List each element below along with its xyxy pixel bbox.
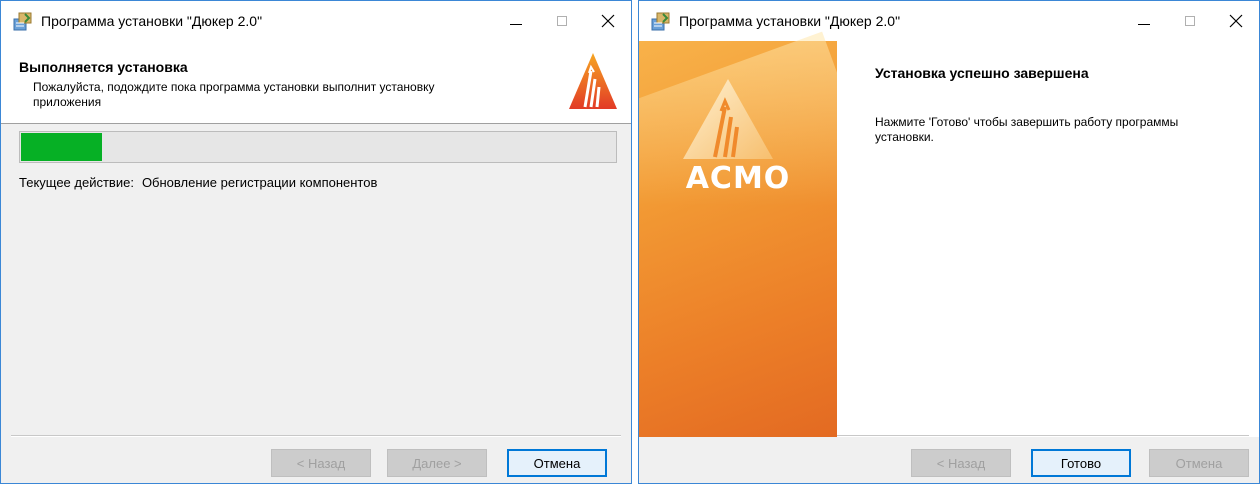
close-icon <box>601 14 615 28</box>
back-button[interactable]: < Назад <box>911 449 1011 477</box>
installer-progress-window: Программа установки "Дюкер 2.0" Выполняе… <box>0 0 632 484</box>
back-button[interactable]: < Назад <box>271 449 371 477</box>
footer-divider-highlight <box>11 436 621 437</box>
page-subtitle: Пожалуйста, подождите пока программа уст… <box>33 80 435 109</box>
maximize-icon <box>1185 16 1195 26</box>
window-title: Программа установки "Дюкер 2.0" <box>679 13 901 29</box>
maximize-button[interactable] <box>1167 1 1213 41</box>
installer-finish-window: Программа установки "Дюкер 2.0" АСМО Уст… <box>638 0 1260 484</box>
close-button[interactable] <box>585 1 631 41</box>
finish-message: Нажмите 'Готово' чтобы завершить работу … <box>875 115 1179 144</box>
close-button[interactable] <box>1213 1 1259 41</box>
current-action: Текущее действие: Обновление регистрации … <box>19 175 377 190</box>
asmo-logo-icon <box>569 53 617 109</box>
footer-divider <box>837 435 1249 436</box>
minimize-icon <box>1138 23 1150 25</box>
maximize-button[interactable] <box>539 1 585 41</box>
brand-name: АСМО <box>685 161 791 196</box>
page-title: Установка успешно завершена <box>875 65 1089 81</box>
header-banner: Выполняется установка Пожалуйста, подожд… <box>1 41 631 124</box>
finish-button[interactable]: Готово <box>1031 449 1131 477</box>
minimize-icon <box>510 23 522 25</box>
window-title: Программа установки "Дюкер 2.0" <box>41 13 263 29</box>
cancel-button[interactable]: Отмена <box>1149 449 1249 477</box>
title-bar[interactable]: Программа установки "Дюкер 2.0" <box>1 1 631 41</box>
next-button[interactable]: Далее > <box>387 449 487 477</box>
installer-package-icon <box>651 12 670 31</box>
page-title: Выполняется установка <box>19 59 188 75</box>
minimize-button[interactable] <box>493 1 539 41</box>
current-action-value: Обновление регистрации компонентов <box>141 175 378 190</box>
title-bar[interactable]: Программа установки "Дюкер 2.0" <box>639 1 1259 41</box>
cancel-button[interactable]: Отмена <box>507 449 607 477</box>
close-icon <box>1229 14 1243 28</box>
progress-fill <box>21 133 103 161</box>
brand-side-panel: АСМО <box>639 31 881 437</box>
installer-package-icon <box>13 12 32 31</box>
minimize-button[interactable] <box>1121 1 1167 41</box>
finish-content: Установка успешно завершена Нажмите 'Гот… <box>837 41 1259 437</box>
progress-bar <box>19 131 617 163</box>
maximize-icon <box>557 16 567 26</box>
current-action-label: Текущее действие: <box>19 175 134 190</box>
